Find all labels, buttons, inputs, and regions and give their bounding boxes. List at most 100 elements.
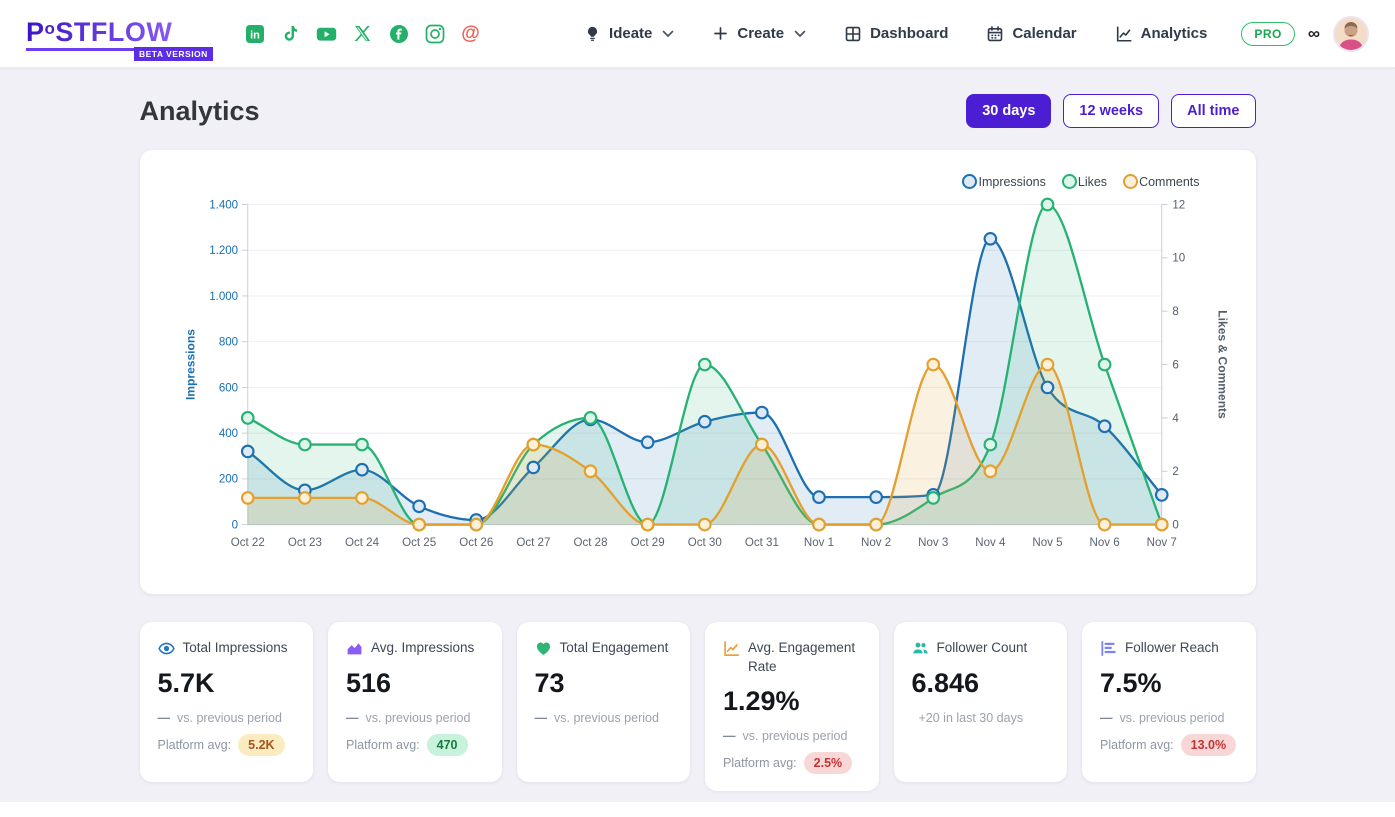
stat-card: Follower Reach 7.5% — vs. previous perio… bbox=[1082, 622, 1256, 782]
legend-item-comments[interactable]: Comments bbox=[1123, 174, 1199, 189]
svg-text:400: 400 bbox=[218, 428, 237, 440]
svg-text:0: 0 bbox=[231, 519, 237, 531]
nav-label: Create bbox=[737, 25, 784, 42]
svg-text:in: in bbox=[250, 29, 260, 41]
user-avatar[interactable] bbox=[1333, 16, 1369, 52]
svg-text:Oct 30: Oct 30 bbox=[687, 537, 721, 549]
svg-text:Oct 29: Oct 29 bbox=[630, 537, 664, 549]
svg-text:0: 0 bbox=[1172, 519, 1178, 531]
stat-card-delta: — vs. previous period bbox=[723, 729, 861, 743]
svg-text:200: 200 bbox=[218, 474, 237, 486]
beta-version-badge: BETA VERSION bbox=[134, 47, 213, 61]
chart-legend: Impressions Likes Comments bbox=[160, 166, 1236, 189]
svg-text:Oct 27: Oct 27 bbox=[516, 537, 550, 549]
chart-canvas[interactable]: 02004006008001.0001.2001.400024681012Oct… bbox=[160, 191, 1236, 582]
plus-icon bbox=[712, 25, 729, 42]
stat-card-label: Total Engagement bbox=[560, 639, 669, 658]
nav-label: Calendar bbox=[1012, 25, 1076, 42]
stat-card-label: Avg. Engagement Rate bbox=[748, 639, 861, 677]
stat-card-delta: +20 in last 30 days bbox=[912, 711, 1050, 725]
svg-text:Oct 28: Oct 28 bbox=[573, 537, 607, 549]
legend-marker bbox=[962, 174, 977, 189]
svg-text:Nov 2: Nov 2 bbox=[861, 537, 891, 549]
delta-dash: — bbox=[346, 711, 359, 725]
svg-text:1.200: 1.200 bbox=[209, 245, 238, 257]
legend-marker bbox=[1123, 174, 1138, 189]
pro-badge[interactable]: PRO bbox=[1241, 22, 1295, 46]
calendar-icon bbox=[986, 25, 1004, 43]
stat-card: Avg. Impressions 516 — vs. previous peri… bbox=[328, 622, 502, 782]
stat-card: Total Engagement 73 — vs. previous perio… bbox=[517, 622, 691, 782]
stat-card-label: Total Impressions bbox=[183, 639, 288, 658]
stat-cards-row: Total Impressions 5.7K — vs. previous pe… bbox=[140, 622, 1256, 792]
svg-text:Oct 26: Oct 26 bbox=[459, 537, 493, 549]
nav-label: Analytics bbox=[1141, 25, 1208, 42]
legend-item-impressions[interactable]: Impressions bbox=[962, 174, 1045, 189]
nav-item-dashboard[interactable]: Dashboard bbox=[844, 25, 948, 43]
app-logo-text: PoSTFLOW bbox=[26, 17, 178, 51]
svg-text:Nov 4: Nov 4 bbox=[975, 537, 1006, 549]
stat-card-platform-avg: Platform avg: 2.5% bbox=[723, 752, 861, 774]
chevron-down-icon bbox=[794, 30, 806, 38]
nav-item-calendar[interactable]: Calendar bbox=[986, 25, 1076, 43]
svg-text:Impressions: Impressions bbox=[183, 329, 197, 400]
stat-card-delta: — vs. previous period bbox=[346, 711, 484, 725]
stat-card-label: Avg. Impressions bbox=[371, 639, 474, 658]
stat-card-value: 7.5% bbox=[1100, 668, 1238, 699]
range-button-30-days[interactable]: 30 days bbox=[966, 94, 1051, 128]
delta-dash: — bbox=[723, 729, 736, 743]
svg-text:600: 600 bbox=[218, 382, 237, 394]
nav-item-create[interactable]: Create bbox=[712, 25, 806, 42]
platform-avg-label: Platform avg: bbox=[723, 756, 797, 770]
legend-label: Likes bbox=[1078, 175, 1107, 189]
nav-label: Dashboard bbox=[870, 25, 948, 42]
svg-text:2: 2 bbox=[1172, 466, 1178, 478]
youtube-icon[interactable] bbox=[316, 23, 337, 44]
svg-text:Oct 31: Oct 31 bbox=[744, 537, 778, 549]
stat-card-label: Follower Count bbox=[937, 639, 1028, 658]
legend-item-likes[interactable]: Likes bbox=[1062, 174, 1107, 189]
svg-text:8: 8 bbox=[1172, 306, 1178, 318]
legend-label: Comments bbox=[1139, 175, 1199, 189]
range-button-12-weeks[interactable]: 12 weeks bbox=[1063, 94, 1159, 128]
delta-dash: — bbox=[535, 711, 548, 725]
app-logo[interactable]: PoSTFLOW BETA VERSION bbox=[26, 17, 216, 51]
stat-card: Follower Count 6.846 +20 in last 30 days bbox=[894, 622, 1068, 782]
facebook-icon[interactable] bbox=[388, 23, 409, 44]
threads-icon[interactable]: @ bbox=[460, 23, 481, 44]
stat-card: Total Impressions 5.7K — vs. previous pe… bbox=[140, 622, 314, 782]
nav-item-analytics[interactable]: Analytics bbox=[1115, 25, 1208, 43]
time-range-buttons: 30 days 12 weeks All time bbox=[966, 94, 1255, 128]
stat-card-value: 6.846 bbox=[912, 668, 1050, 699]
legend-label: Impressions bbox=[978, 175, 1045, 189]
svg-text:Nov 5: Nov 5 bbox=[1032, 537, 1062, 549]
area-chart-icon bbox=[346, 640, 363, 657]
linkedin-icon[interactable]: in bbox=[244, 23, 265, 44]
footer-strip bbox=[0, 802, 1395, 817]
svg-text:Oct 23: Oct 23 bbox=[287, 537, 321, 549]
range-button-all-time[interactable]: All time bbox=[1171, 94, 1255, 128]
platform-avg-pill: 5.2K bbox=[238, 734, 284, 756]
stat-card-platform-avg: Platform avg: 470 bbox=[346, 734, 484, 756]
delta-text: vs. previous period bbox=[554, 711, 659, 725]
eye-icon bbox=[158, 640, 175, 657]
stat-card-label: Follower Reach bbox=[1125, 639, 1219, 658]
x-icon[interactable] bbox=[352, 23, 373, 44]
nav-label: Ideate bbox=[609, 25, 652, 42]
tiktok-icon[interactable] bbox=[280, 23, 301, 44]
svg-text:1.400: 1.400 bbox=[209, 199, 238, 211]
dashboard-grid-icon bbox=[844, 25, 862, 43]
instagram-icon[interactable] bbox=[424, 23, 445, 44]
svg-text:Oct 25: Oct 25 bbox=[402, 537, 436, 549]
legend-marker bbox=[1062, 174, 1077, 189]
platform-avg-label: Platform avg: bbox=[158, 738, 232, 752]
stat-card-value: 73 bbox=[535, 668, 673, 699]
svg-text:800: 800 bbox=[218, 337, 237, 349]
stat-card-value: 516 bbox=[346, 668, 484, 699]
svg-text:Likes & Comments: Likes & Comments bbox=[1215, 310, 1229, 419]
stat-card-value: 1.29% bbox=[723, 686, 861, 717]
nav-item-ideate[interactable]: Ideate bbox=[584, 25, 674, 43]
main-nav: Ideate Create Dashboard Calendar Analyti… bbox=[584, 25, 1207, 43]
platform-avg-pill: 2.5% bbox=[804, 752, 853, 774]
engagement-line-chart: 02004006008001.0001.2001.400024681012Oct… bbox=[160, 191, 1236, 577]
